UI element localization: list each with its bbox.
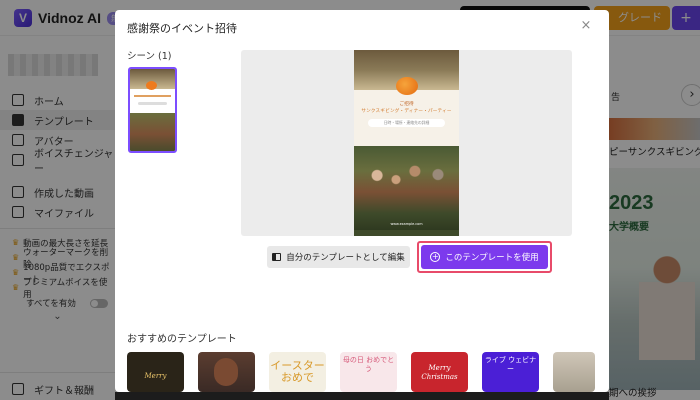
- poster-footer: [354, 230, 459, 236]
- card-title: Merry Christmas: [421, 364, 458, 381]
- poster-photo: [354, 146, 459, 230]
- close-icon[interactable]: ×: [578, 18, 594, 34]
- recommended-card[interactable]: Merry Christmas: [411, 352, 468, 392]
- card-title: Merry: [144, 372, 167, 380]
- template-preview: ご招待 サンクスギビング・ディナー・パーティー 日時・場所・連絡先の詳細 www…: [241, 50, 572, 236]
- card-portrait: [214, 358, 238, 386]
- plus-circle-icon: +: [430, 252, 441, 262]
- recommended-card[interactable]: 母の日 おめでとう: [340, 352, 397, 392]
- scene-thumbnail[interactable]: [128, 67, 177, 153]
- recommended-card[interactable]: Merry: [127, 352, 184, 392]
- recommended-card[interactable]: ライブ ウェビナー: [482, 352, 539, 392]
- poster-info: 日時・場所・連絡先の詳細: [368, 119, 445, 127]
- template-poster: ご招待 サンクスギビング・ディナー・パーティー 日時・場所・連絡先の詳細 www…: [354, 50, 459, 236]
- template-modal: 感謝祭のイベント招待 × シーン (1) ご招待 サンクスギビング・ディナー・パ…: [115, 10, 609, 392]
- button-label: 自分のテンプレートとして編集: [286, 253, 405, 263]
- card-title: 母の日 おめでとう: [342, 356, 395, 373]
- button-label: このテンプレートを使用: [445, 253, 539, 263]
- scene-label: シーン (1): [127, 51, 172, 62]
- pumpkin-icon: [396, 77, 418, 95]
- recommended-templates: Merry イースター おめで 母の日 おめでとう Merry Christma…: [127, 352, 609, 392]
- use-template-button[interactable]: + このテンプレートを使用: [421, 245, 548, 269]
- recommended-card[interactable]: イースター おめで: [269, 352, 326, 392]
- recommended-card[interactable]: [198, 352, 255, 392]
- card-title: イースター おめで: [270, 359, 325, 384]
- poster-small-text: ご招待: [399, 102, 414, 107]
- poster-footer-text: www.example.com: [390, 222, 423, 226]
- edit-as-own-template-button[interactable]: 自分のテンプレートとして編集: [267, 246, 410, 268]
- layout-icon: [272, 253, 282, 261]
- modal-title: 感謝祭のイベント招待: [127, 22, 237, 35]
- recommended-card[interactable]: [553, 352, 595, 392]
- poster-headline: サンクスギビング・ディナー・パーティー: [361, 109, 452, 114]
- recommended-label: おすすめのテンプレート: [127, 334, 237, 345]
- card-title: ライブ ウェビナー: [484, 356, 537, 373]
